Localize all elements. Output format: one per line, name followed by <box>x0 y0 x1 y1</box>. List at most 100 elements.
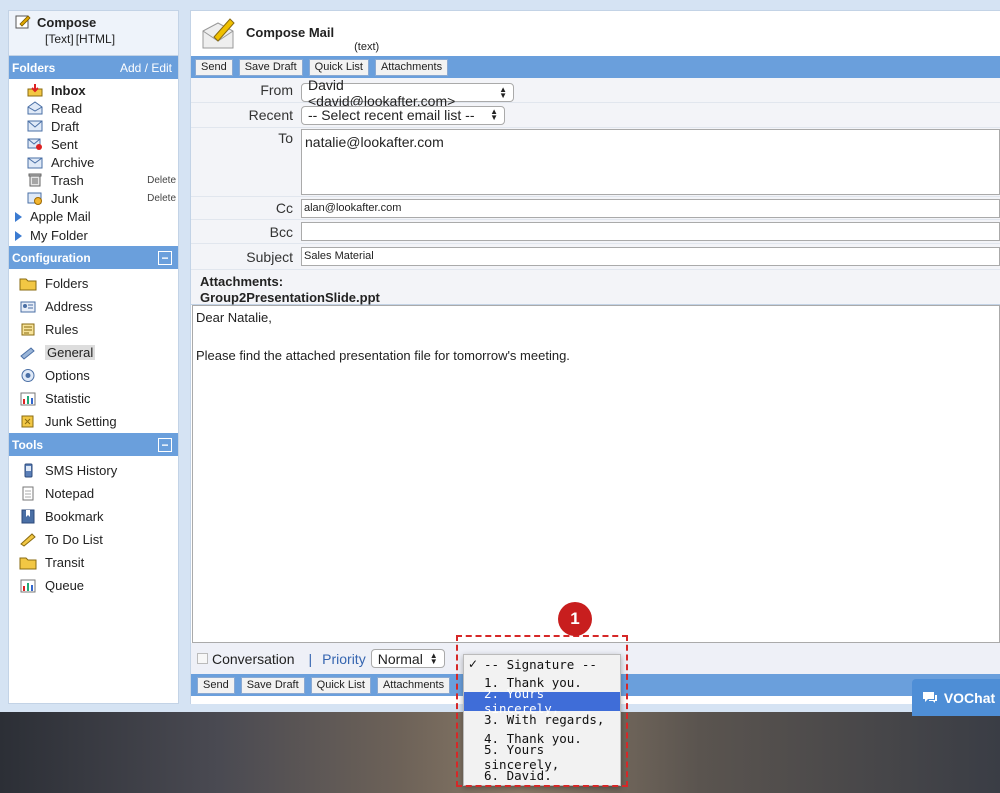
tool-item-notepad[interactable]: Notepad <box>9 482 178 505</box>
junk-setting-icon <box>19 414 37 429</box>
cc-field[interactable]: alan@lookafter.com <box>301 198 1000 218</box>
todo-icon <box>19 532 37 547</box>
folder-item-sent[interactable]: Sent <box>9 135 178 153</box>
tool-item-todo-list[interactable]: To Do List <box>9 528 178 551</box>
attachments-button[interactable]: Attachments <box>374 58 449 76</box>
folder-item-my-folder[interactable]: My Folder <box>9 226 178 245</box>
trash-delete-link[interactable]: Delete <box>147 175 176 186</box>
folder-item-inbox[interactable]: Inbox <box>9 81 178 99</box>
from-row: From David <david@lookafter.com> ▲ ▼ <box>191 77 1000 109</box>
quick-list-button-bottom[interactable]: Quick List <box>310 676 371 694</box>
compose-link[interactable]: Compose <box>15 14 178 30</box>
select-arrows-icon: ▲ ▼ <box>429 650 438 666</box>
compose-header: Compose Mail (text) <box>191 11 1000 56</box>
subject-field[interactable]: Sales Material <box>301 247 1000 266</box>
to-row: To natalie@lookafter.com <box>191 128 1000 197</box>
folders-add-edit-link[interactable]: Add / Edit <box>120 61 172 75</box>
expand-triangle-icon[interactable] <box>15 211 22 222</box>
phone-icon <box>19 463 37 478</box>
folder-item-apple-mail[interactable]: Apple Mail <box>9 207 178 226</box>
priority-select[interactable]: Normal ▲ ▼ <box>370 649 445 668</box>
send-button-bottom[interactable]: Send <box>197 676 235 694</box>
priority-value: Normal <box>377 650 423 667</box>
annotation-badge: 1 <box>558 602 592 636</box>
conversation-checkbox[interactable] <box>197 653 208 664</box>
rules-icon <box>19 322 37 337</box>
from-label: From <box>260 82 293 98</box>
chat-bubble-icon <box>922 692 937 703</box>
config-item-rules[interactable]: Rules <box>9 318 178 341</box>
folder-item-trash[interactable]: Trash Delete <box>9 171 178 189</box>
transit-icon <box>19 555 37 570</box>
archive-icon <box>27 155 43 169</box>
folder-label: Trash <box>51 172 84 188</box>
tool-item-bookmark[interactable]: Bookmark <box>9 505 178 528</box>
save-draft-button-bottom[interactable]: Save Draft <box>240 676 305 694</box>
attachment-file[interactable]: Group2PresentationSlide.ppt <box>200 290 1000 306</box>
bcc-field[interactable] <box>301 222 1000 241</box>
folder-item-read[interactable]: Read <box>9 99 178 117</box>
body-line: Please find the attached presentation fi… <box>196 348 570 363</box>
folder-label: Archive <box>51 154 95 170</box>
compose-mail-icon <box>202 18 235 49</box>
collapse-configuration-button[interactable]: − <box>158 250 172 265</box>
top-toolbar: Send Save Draft Quick List Attachments <box>191 56 1000 78</box>
expand-triangle-icon[interactable] <box>15 230 22 241</box>
sent-icon <box>27 137 43 151</box>
send-button[interactable]: Send <box>195 58 233 76</box>
config-label: Options <box>45 368 90 383</box>
cc-label: Cc <box>275 200 293 216</box>
page-title: Compose Mail <box>246 25 335 40</box>
compose-text-link[interactable]: [Text] <box>45 32 74 46</box>
recent-select[interactable]: -- Select recent email list -- ▲ ▼ <box>301 105 505 125</box>
config-item-statistic[interactable]: Statistic <box>9 387 178 410</box>
from-select[interactable]: David <david@lookafter.com> ▲ ▼ <box>301 77 514 109</box>
inbox-icon <box>27 83 43 97</box>
folder-label: Junk <box>51 190 79 206</box>
config-label: Rules <box>45 322 79 337</box>
attachments-button-bottom[interactable]: Attachments <box>376 676 451 694</box>
config-item-address[interactable]: Address <box>9 295 178 318</box>
attachments-section: Attachments: Group2PresentationSlide.ppt <box>191 270 1000 305</box>
message-body[interactable]: Dear Natalie, Please find the attached p… <box>192 305 1000 643</box>
subject-row: Subject Sales Material <box>191 244 1000 270</box>
folder-item-draft[interactable]: Draft <box>9 117 178 135</box>
config-item-general[interactable]: General <box>9 341 178 364</box>
compose-mode-label: (text) <box>354 41 380 53</box>
quick-list-button[interactable]: Quick List <box>308 58 369 76</box>
select-arrows-icon: ▲ ▼ <box>490 107 498 122</box>
folder-item-archive[interactable]: Archive <box>9 153 178 171</box>
queue-icon <box>19 578 37 593</box>
draft-icon <box>27 119 43 133</box>
tool-item-transit[interactable]: Transit <box>9 551 178 574</box>
vochat-button[interactable]: VOChat <box>912 679 1000 716</box>
recent-row: Recent -- Select recent email list -- ▲ ▼ <box>191 103 1000 128</box>
sidebar: Compose [Text] [HTML] Folders Add / Edit … <box>8 10 179 704</box>
compose-html-link[interactable]: [HTML] <box>76 32 115 46</box>
separator: | <box>308 650 313 667</box>
vochat-label: VOChat <box>943 689 996 706</box>
recent-label: Recent <box>248 107 293 123</box>
compose-icon <box>15 15 31 29</box>
body-blank-line <box>196 327 996 346</box>
junk-delete-link[interactable]: Delete <box>147 193 176 204</box>
bcc-label: Bcc <box>269 223 293 240</box>
save-draft-button[interactable]: Save Draft <box>238 58 303 76</box>
config-item-folders[interactable]: Folders <box>9 272 178 295</box>
collapse-tools-button[interactable]: − <box>158 437 172 452</box>
to-field[interactable]: natalie@lookafter.com <box>301 129 1000 195</box>
config-label: Address <box>45 299 93 314</box>
config-item-options[interactable]: Options <box>9 364 178 387</box>
tool-label: To Do List <box>45 532 103 547</box>
tool-label: Bookmark <box>45 509 104 524</box>
annotation-highlight-box <box>456 635 628 787</box>
config-item-junk-setting[interactable]: Junk Setting <box>9 410 178 433</box>
folder-item-junk[interactable]: Junk Delete <box>9 189 178 207</box>
tool-item-sms-history[interactable]: SMS History <box>9 459 178 482</box>
from-value: David <david@lookafter.com> <box>308 76 456 109</box>
folder-label: My Folder <box>30 228 88 243</box>
configuration-header-label: Configuration <box>12 250 91 265</box>
bookmark-icon <box>19 509 37 524</box>
tool-label: Transit <box>45 555 85 570</box>
tool-item-queue[interactable]: Queue <box>9 574 178 597</box>
